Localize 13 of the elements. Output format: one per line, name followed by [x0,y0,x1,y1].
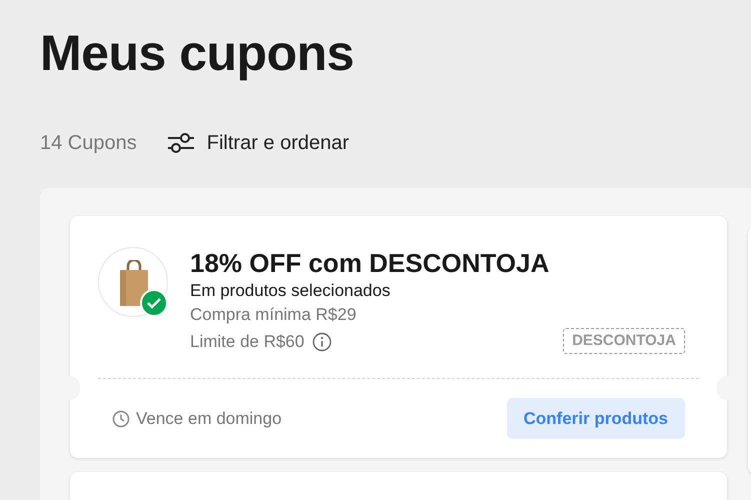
expiry-date: Vence em domingo [136,408,282,430]
info-icon[interactable] [312,332,332,352]
filter-button[interactable]: Filtrar e ordenar [166,128,350,158]
page-title: Meus cupons [40,24,355,83]
coupon-title: 18% OFF com DESCONTOJA [190,247,550,280]
coupon-subtitle: Em produtos selecionados [190,280,392,302]
shopping-bag-icon [118,260,150,308]
clock-icon [112,410,130,428]
discount-limit: Limite de R$60 [190,331,304,353]
coupon-count: 14 Cupons [40,131,137,156]
coupon-code: DESCONTOJA [563,328,685,354]
sliders-icon [166,132,195,154]
minimum-purchase: Compra mínima R$29 [190,304,358,326]
